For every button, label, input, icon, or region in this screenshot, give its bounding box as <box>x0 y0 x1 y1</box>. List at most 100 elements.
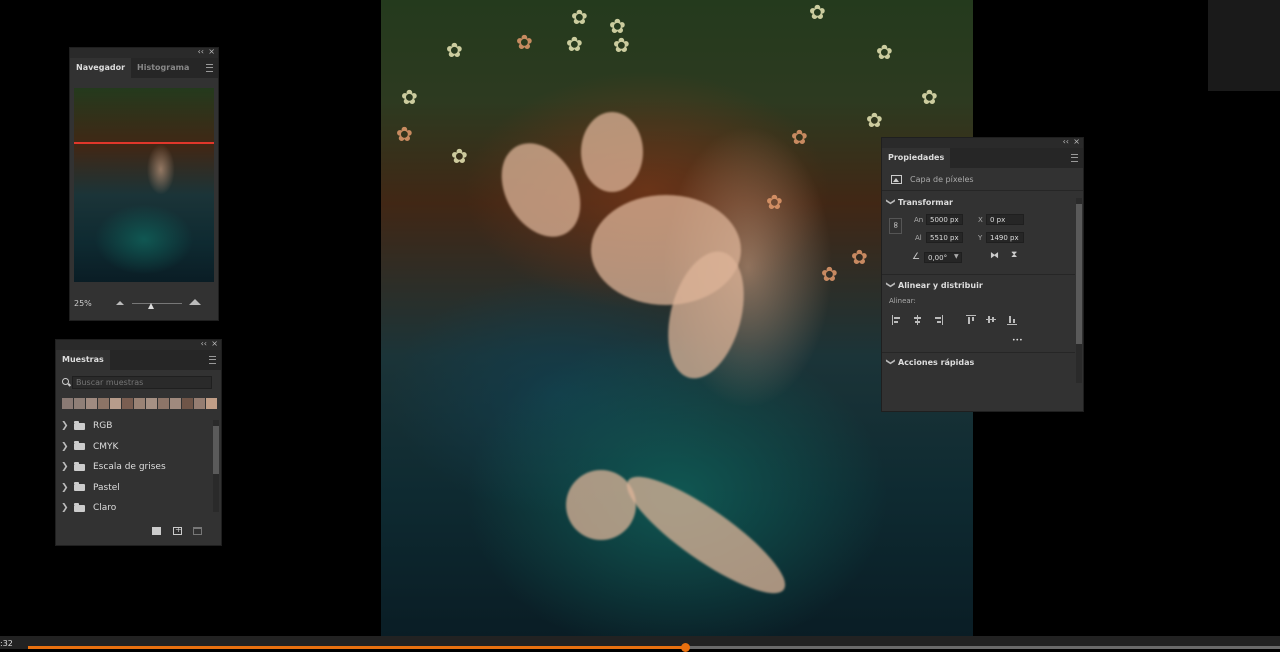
align-section-header[interactable]: ❯ Alinear y distribuir <box>882 277 983 293</box>
y-label: Y <box>978 234 983 242</box>
swatch-chip[interactable] <box>74 398 85 409</box>
zoom-value[interactable]: 25% <box>74 299 92 308</box>
swatch-group-light[interactable]: ❯ Claro <box>56 498 208 519</box>
y-field[interactable]: 1490 px <box>986 232 1024 243</box>
progress-scrubber-handle[interactable] <box>681 643 691 652</box>
layer-type-label: Capa de píxeles <box>910 174 974 184</box>
align-horizontal-centers-icon[interactable] <box>913 315 923 325</box>
flower-decoration: ✿ <box>921 85 938 109</box>
height-field[interactable]: 5510 px <box>926 232 963 243</box>
search-input[interactable] <box>72 376 212 389</box>
panel-grip[interactable]: ‹‹ × <box>56 339 221 350</box>
chevron-right-icon[interactable]: ❯ <box>61 503 69 513</box>
tab-swatches[interactable]: Muestras <box>56 350 110 370</box>
collapse-icon[interactable]: ‹‹ <box>198 47 204 56</box>
flower-decoration: ✿ <box>613 33 630 57</box>
time-display: :32 <box>0 639 13 648</box>
swatch-chip[interactable] <box>110 398 121 409</box>
new-group-folder-icon[interactable] <box>152 527 161 535</box>
flip-horizontal-icon[interactable]: ⧓ <box>990 251 999 261</box>
swatch-group-rgb[interactable]: ❯ RGB <box>56 416 208 437</box>
quick-actions-section-header[interactable]: ❯ Acciones rápidas <box>882 354 974 370</box>
tab-properties[interactable]: Propiedades <box>882 148 951 168</box>
chevron-right-icon[interactable]: ❯ <box>61 483 69 493</box>
scrollbar-thumb[interactable] <box>213 426 219 474</box>
swatch-groups: ❯ RGB ❯ CMYK ❯ Escala de grises ❯ Pastel… <box>56 416 208 519</box>
panel-menu-icon[interactable] <box>209 356 216 364</box>
chevron-down-icon[interactable]: ❯ <box>885 358 895 366</box>
align-left-edges-icon[interactable] <box>892 315 902 325</box>
link-icon[interactable] <box>889 218 902 234</box>
swatch-chip[interactable] <box>194 398 205 409</box>
swatch-chip[interactable] <box>134 398 145 409</box>
swatch-chip[interactable] <box>146 398 157 409</box>
width-field[interactable]: 5000 px <box>926 214 963 225</box>
flower-decoration: ✿ <box>516 30 533 54</box>
zoom-slider-track[interactable] <box>132 303 182 304</box>
panel-menu-icon[interactable] <box>206 64 213 72</box>
trash-icon[interactable] <box>193 527 202 535</box>
transform-section-header[interactable]: ❯ Transformar <box>882 194 1083 210</box>
folder-icon <box>74 420 85 430</box>
search-icon <box>62 378 69 385</box>
tab-histogram[interactable]: Histograma <box>131 58 195 78</box>
collapse-icon[interactable]: ‹‹ <box>201 339 207 348</box>
swatch-chip[interactable] <box>86 398 97 409</box>
chevron-down-icon[interactable]: ❯ <box>885 198 895 206</box>
scrollbar-thumb[interactable] <box>1076 204 1082 344</box>
video-progress-area: :32 <box>0 636 1280 652</box>
top-right-panel-edge <box>1208 0 1280 91</box>
swatch-group-cmyk[interactable]: ❯ CMYK <box>56 437 208 458</box>
navigator-view-box[interactable] <box>74 142 214 144</box>
swatch-chip[interactable] <box>206 398 217 409</box>
panel-grip[interactable]: ‹‹ × <box>70 47 218 58</box>
panel-grip[interactable]: ‹‹ × <box>882 137 1083 148</box>
flower-decoration: ✿ <box>571 5 588 29</box>
swatch-chip[interactable] <box>122 398 133 409</box>
align-bottom-edges-icon[interactable] <box>1007 315 1017 325</box>
group-label: CMYK <box>93 441 119 452</box>
properties-scrollbar[interactable] <box>1076 198 1082 383</box>
swatch-group-grayscale[interactable]: ❯ Escala de grises <box>56 457 208 478</box>
close-icon[interactable]: × <box>1073 137 1080 146</box>
close-icon[interactable]: × <box>211 339 218 348</box>
figure-arm <box>485 129 597 251</box>
chevron-right-icon[interactable]: ❯ <box>61 421 69 431</box>
swatch-chip[interactable] <box>170 398 181 409</box>
folder-icon <box>74 461 85 471</box>
more-options-button[interactable]: ••• <box>1012 337 1023 344</box>
swatch-chip[interactable] <box>98 398 109 409</box>
folder-icon <box>74 482 85 492</box>
align-title: Alinear y distribuir <box>898 280 983 290</box>
x-field[interactable]: 0 px <box>986 214 1024 225</box>
folder-icon <box>74 502 85 512</box>
align-vertical-centers-icon[interactable] <box>986 315 996 325</box>
chevron-right-icon[interactable]: ❯ <box>61 462 69 472</box>
zoom-in-icon[interactable] <box>189 299 201 305</box>
new-swatch-icon[interactable] <box>173 525 182 535</box>
flower-decoration: ✿ <box>821 262 838 286</box>
panel-menu-icon[interactable] <box>1071 154 1078 162</box>
divider <box>882 352 1075 353</box>
zoom-slider-handle[interactable] <box>148 303 154 309</box>
close-icon[interactable]: × <box>208 47 215 56</box>
swatch-chip[interactable] <box>62 398 73 409</box>
layer-type-row: Capa de píxeles <box>882 168 1083 191</box>
flip-vertical-icon[interactable]: ⧗ <box>1011 250 1017 260</box>
zoom-out-icon[interactable] <box>116 301 124 305</box>
swatch-group-pastel[interactable]: ❯ Pastel <box>56 478 208 499</box>
quick-actions-title: Acciones rápidas <box>898 357 975 367</box>
align-right-edges-icon[interactable] <box>933 315 943 325</box>
swatches-scrollbar[interactable] <box>213 420 219 512</box>
collapse-icon[interactable]: ‹‹ <box>1063 137 1069 146</box>
swatch-chip[interactable] <box>182 398 193 409</box>
dropdown-arrow-icon[interactable]: ▼ <box>954 253 959 260</box>
navigator-thumbnail[interactable] <box>74 88 214 282</box>
align-top-edges-icon[interactable] <box>966 315 976 325</box>
chevron-right-icon[interactable]: ❯ <box>61 442 69 452</box>
chevron-down-icon[interactable]: ❯ <box>885 281 895 289</box>
swatch-chip[interactable] <box>158 398 169 409</box>
tab-navigator[interactable]: Navegador <box>70 58 132 78</box>
figure-face <box>581 112 643 192</box>
divider <box>882 274 1075 275</box>
